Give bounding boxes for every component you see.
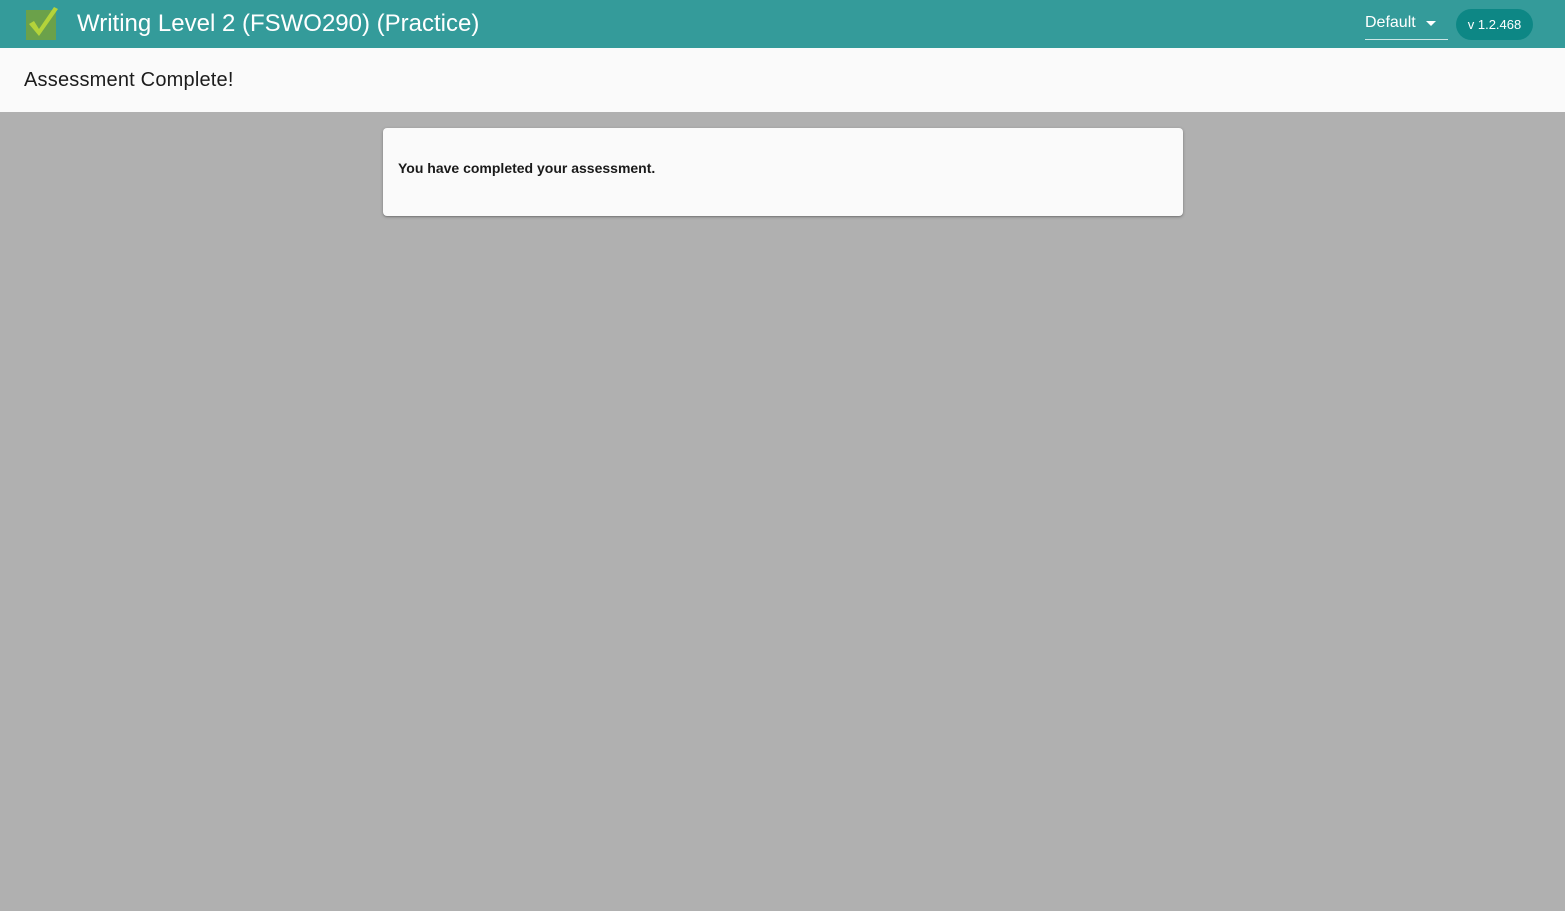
page-header: Assessment Complete! [0, 48, 1565, 112]
theme-select[interactable]: Default [1365, 8, 1448, 40]
chevron-down-icon [1426, 21, 1436, 26]
completion-message: You have completed your assessment. [398, 160, 656, 176]
top-app-bar: Writing Level 2 (FSWO290) (Practice) Def… [0, 0, 1565, 48]
version-badge: v 1.2.468 [1456, 9, 1533, 40]
page-title: Assessment Complete! [24, 69, 234, 91]
theme-select-value: Default [1365, 14, 1416, 31]
completion-card: You have completed your assessment. [383, 128, 1183, 216]
app-title: Writing Level 2 (FSWO290) (Practice) [77, 10, 480, 37]
checkmark-box-logo-icon [25, 7, 59, 41]
